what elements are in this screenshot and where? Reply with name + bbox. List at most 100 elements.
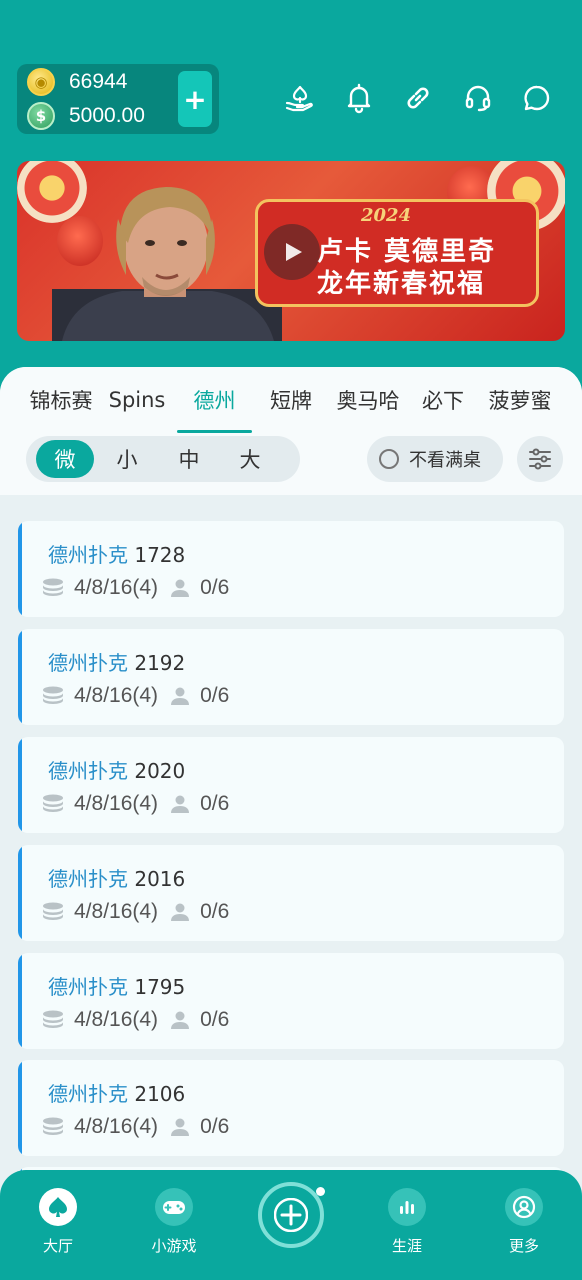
game-type-tabs: 锦标赛 Spins 德州 短牌 奥马哈 必下 菠萝蜜 (0, 377, 582, 433)
coin-balance-row: ◉ 66944 (27, 67, 127, 97)
poker-hand-icon[interactable] (282, 80, 318, 116)
nav-career[interactable]: 生涯 (367, 1188, 447, 1268)
person-icon (171, 903, 190, 921)
table-game-name: 德州扑克 (48, 1082, 128, 1106)
table-row[interactable]: 德州扑克 2192 4/8/16(4) 0/6 (18, 629, 564, 725)
person-icon (171, 1118, 190, 1136)
table-info: 4/8/16(4) 0/6 (42, 574, 229, 602)
nav-more[interactable]: 更多 (484, 1188, 564, 1268)
table-seats: 0/6 (200, 792, 230, 815)
table-seats: 0/6 (200, 900, 230, 923)
table-row[interactable]: 德州扑克 2106 4/8/16(4) 0/6 (18, 1060, 564, 1156)
tab-texas-holdem[interactable]: 德州 (177, 377, 252, 423)
chips-icon (43, 794, 63, 812)
table-blinds: 4/8/16(4) (74, 792, 159, 815)
table-number: 2016 (134, 867, 186, 891)
bell-icon[interactable] (341, 80, 377, 116)
active-tab-indicator (177, 430, 252, 433)
table-number: 2192 (134, 651, 186, 675)
table-title: 德州扑克 1728 (48, 539, 185, 568)
stake-small[interactable]: 小 (98, 440, 156, 478)
chips-icon (43, 902, 63, 920)
table-blinds: 4/8/16(4) (74, 900, 159, 923)
person-icon (171, 795, 190, 813)
table-row[interactable]: 德州扑克 1728 4/8/16(4) 0/6 (18, 521, 564, 617)
person-icon (171, 687, 190, 705)
tab-short-deck[interactable]: 短牌 (262, 377, 320, 423)
filter-settings-button[interactable] (517, 436, 563, 482)
filter-area: 锦标赛 Spins 德州 短牌 奥马哈 必下 菠萝蜜 微 小 中 大 不看满桌 (0, 367, 582, 495)
table-title: 德州扑克 2016 (48, 863, 185, 892)
table-info: 4/8/16(4) 0/6 (42, 682, 229, 710)
wallet-panel: ◉ 66944 $ 5000.00 + (17, 64, 219, 134)
table-game-name: 德州扑克 (48, 651, 128, 675)
table-blinds: 4/8/16(4) (74, 576, 159, 599)
table-seats: 0/6 (200, 684, 230, 707)
stake-micro[interactable]: 微 (36, 440, 94, 478)
stats-icon (388, 1188, 426, 1226)
banner-year: 2024 (361, 205, 412, 226)
table-row[interactable]: 德州扑克 2020 4/8/16(4) 0/6 (18, 737, 564, 833)
promo-banner[interactable]: 2024 卢卡 莫德里奇 龙年新春祝福 (17, 161, 565, 341)
tab-must-bet[interactable]: 必下 (414, 377, 472, 423)
tab-tournament[interactable]: 锦标赛 (24, 377, 98, 423)
nav-career-label: 生涯 (391, 1237, 422, 1255)
table-number: 2020 (134, 759, 186, 783)
table-info: 4/8/16(4) 0/6 (42, 790, 229, 818)
spade-icon (39, 1188, 77, 1226)
table-blinds: 4/8/16(4) (74, 1115, 159, 1138)
table-row[interactable]: 德州扑克 1795 4/8/16(4) 0/6 (18, 953, 564, 1049)
nav-lobby[interactable]: 大厅 (18, 1188, 98, 1268)
table-info: 4/8/16(4) 0/6 (42, 898, 229, 926)
bottom-navigation: 大厅 小游戏 生涯 更多 (0, 1170, 582, 1280)
table-blinds: 4/8/16(4) (74, 1008, 159, 1031)
person-icon (171, 579, 190, 597)
gold-coin-icon: ◉ (27, 68, 55, 96)
banner-title-line2: 龙年新春祝福 (317, 269, 486, 299)
tab-omaha[interactable]: 奥马哈 (330, 377, 406, 423)
gamepad-icon (155, 1188, 193, 1226)
table-game-name: 德州扑克 (48, 975, 128, 999)
nav-lobby-label: 大厅 (42, 1237, 73, 1255)
table-blinds: 4/8/16(4) (74, 684, 159, 707)
create-game-button[interactable] (258, 1182, 324, 1248)
table-number: 2106 (134, 1082, 186, 1106)
play-icon (286, 243, 302, 261)
table-info: 4/8/16(4) 0/6 (42, 1006, 229, 1034)
table-title: 德州扑克 2106 (48, 1078, 185, 1107)
person-icon (171, 1011, 190, 1029)
nav-minigames[interactable]: 小游戏 (134, 1188, 214, 1268)
stake-large[interactable]: 大 (221, 440, 279, 478)
cash-balance: 5000.00 (69, 104, 145, 127)
table-seats: 0/6 (200, 1115, 230, 1138)
table-game-name: 德州扑克 (48, 759, 128, 783)
tab-pineapple[interactable]: 菠萝蜜 (482, 377, 558, 423)
lobby-panel: 锦标赛 Spins 德州 短牌 奥马哈 必下 菠萝蜜 微 小 中 大 不看满桌 (0, 367, 582, 1280)
nav-minigames-label: 小游戏 (151, 1237, 197, 1255)
table-game-name: 德州扑克 (48, 867, 128, 891)
add-funds-button[interactable]: + (178, 71, 212, 127)
nav-more-label: 更多 (508, 1237, 539, 1255)
chat-icon[interactable] (519, 80, 555, 116)
stake-selector: 微 小 中 大 (26, 436, 300, 482)
stake-medium[interactable]: 中 (160, 440, 218, 478)
table-title: 德州扑克 2192 (48, 647, 185, 676)
link-icon[interactable] (400, 80, 436, 116)
radio-icon (379, 449, 399, 469)
headset-icon[interactable] (460, 80, 496, 116)
cash-balance-row: $ 5000.00 (27, 101, 145, 131)
tab-spins[interactable]: Spins (104, 377, 170, 423)
dollar-icon: $ (27, 102, 55, 130)
table-number: 1795 (134, 975, 186, 999)
chips-icon (43, 578, 63, 596)
coin-balance: 66944 (69, 70, 128, 93)
play-video-button[interactable] (264, 224, 320, 280)
chips-icon (43, 686, 63, 704)
hide-full-tables-toggle[interactable]: 不看满桌 (367, 436, 503, 482)
table-title: 德州扑克 1795 (48, 971, 185, 1000)
header: ◉ 66944 $ 5000.00 + 2024 卢卡 莫德里奇 龙年新春祝福 (0, 0, 582, 360)
table-info: 4/8/16(4) 0/6 (42, 1113, 229, 1141)
table-title: 德州扑克 2020 (48, 755, 185, 784)
table-row[interactable]: 德州扑克 2016 4/8/16(4) 0/6 (18, 845, 564, 941)
user-icon (505, 1188, 543, 1226)
